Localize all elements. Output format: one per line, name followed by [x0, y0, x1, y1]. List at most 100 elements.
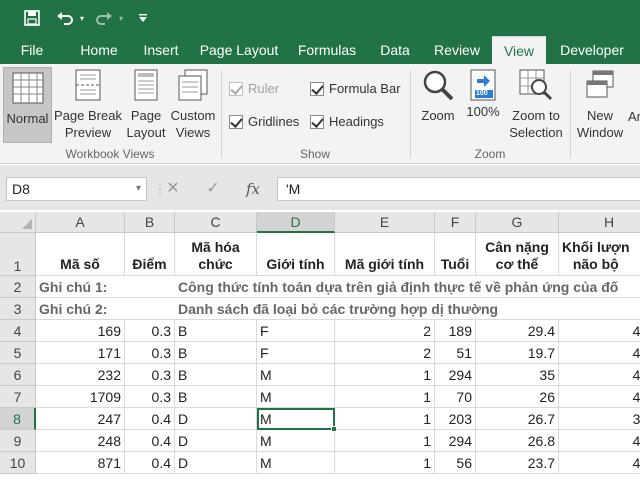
tab-data[interactable]: Data — [374, 36, 416, 64]
redo-dropdown-icon[interactable]: ▾ — [116, 6, 126, 30]
customize-qat-icon[interactable] — [136, 6, 150, 30]
data-cell[interactable]: M — [257, 430, 335, 452]
data-cell[interactable]: 169 — [36, 320, 125, 342]
tab-page-layout[interactable]: Page Layout — [198, 36, 280, 64]
note-label-cell[interactable]: Ghi chú 1: — [36, 276, 175, 298]
name-box-dropdown-icon[interactable]: ▾ — [136, 178, 141, 200]
redo-icon[interactable] — [93, 6, 115, 30]
formula-bar-checkbox[interactable]: Formula Bar — [310, 81, 401, 96]
data-cell[interactable]: 1 — [335, 408, 435, 430]
row-header-5[interactable]: 5 — [0, 342, 36, 364]
data-cell[interactable]: 19.7 — [476, 342, 559, 364]
column-header-e[interactable]: E — [335, 212, 435, 233]
data-cell[interactable]: 1 — [335, 386, 435, 408]
undo-icon[interactable] — [54, 6, 76, 30]
data-cell[interactable]: 189 — [435, 320, 476, 342]
data-cell[interactable]: 419 — [559, 452, 640, 474]
data-cell[interactable]: B — [175, 320, 257, 342]
column-header-c[interactable]: C — [175, 212, 257, 233]
data-cell[interactable]: D — [175, 452, 257, 474]
row-header-4[interactable]: 4 — [0, 320, 36, 342]
data-cell[interactable]: D — [175, 430, 257, 452]
data-cell[interactable]: 408 — [559, 430, 640, 452]
data-cell[interactable]: 70 — [435, 386, 476, 408]
zoom-button[interactable]: Zoom — [415, 69, 461, 124]
new-window-button[interactable]: New Window — [573, 69, 627, 141]
data-cell[interactable]: B — [175, 386, 257, 408]
data-cell[interactable]: 26 — [476, 386, 559, 408]
gridlines-checkbox[interactable]: Gridlines — [229, 114, 299, 129]
data-cell[interactable]: 203 — [435, 408, 476, 430]
normal-view-button[interactable]: Normal — [3, 67, 52, 143]
header-cell-f[interactable]: Tuổi — [435, 233, 476, 276]
data-cell[interactable]: 871 — [36, 452, 125, 474]
name-box[interactable]: D8 ▾ — [6, 177, 147, 201]
data-cell[interactable]: 478 — [559, 386, 640, 408]
data-cell[interactable]: 232 — [36, 364, 125, 386]
data-cell[interactable]: 0.3 — [125, 386, 175, 408]
formula-input[interactable]: 'M — [277, 177, 640, 201]
column-header-a[interactable]: A — [36, 212, 125, 233]
zoom-100-button[interactable]: 100 100% — [463, 69, 503, 120]
data-cell[interactable]: 2 — [335, 320, 435, 342]
data-cell[interactable]: B — [175, 342, 257, 364]
data-cell[interactable]: 247 — [36, 408, 125, 430]
data-cell[interactable]: 171 — [36, 342, 125, 364]
row-header-10[interactable]: 10 — [0, 452, 36, 474]
data-cell[interactable]: 1 — [335, 364, 435, 386]
data-cell[interactable]: M — [257, 452, 335, 474]
page-layout-view-button[interactable]: Page Layout — [124, 69, 168, 141]
data-cell[interactable]: B — [175, 364, 257, 386]
data-cell[interactable]: M — [257, 386, 335, 408]
enter-icon[interactable]: ✓ — [203, 179, 223, 199]
data-cell[interactable]: 51 — [435, 342, 476, 364]
save-icon[interactable] — [22, 6, 42, 30]
row-header-7[interactable]: 7 — [0, 386, 36, 408]
header-cell-c[interactable]: Mã hóa chức — [175, 233, 257, 276]
data-cell[interactable]: M — [257, 364, 335, 386]
column-header-b[interactable]: B — [125, 212, 175, 233]
row-header-3[interactable]: 3 — [0, 298, 36, 320]
row-header-2[interactable]: 2 — [0, 276, 36, 298]
header-cell-g[interactable]: Cân nặng cơ thể — [476, 233, 559, 276]
tab-home[interactable]: Home — [74, 36, 124, 64]
data-cell[interactable]: 0.4 — [125, 430, 175, 452]
row-header-6[interactable]: 6 — [0, 364, 36, 386]
arrange-all-button[interactable]: Ar — [628, 108, 640, 125]
row-header-8[interactable]: 8 — [0, 408, 36, 430]
data-cell[interactable]: 476 — [559, 364, 640, 386]
data-cell[interactable]: 2 — [335, 342, 435, 364]
data-cell[interactable]: 1 — [335, 430, 435, 452]
zoom-to-selection-button[interactable]: Zoom to Selection — [505, 69, 567, 141]
data-cell[interactable]: 0.3 — [125, 364, 175, 386]
data-cell[interactable]: 1709 — [36, 386, 125, 408]
data-cell[interactable]: 495 — [559, 320, 640, 342]
data-cell[interactable]: 248 — [36, 430, 125, 452]
row-header-9[interactable]: 9 — [0, 430, 36, 452]
tab-developer[interactable]: Developer — [554, 36, 630, 64]
data-cell[interactable]: 294 — [435, 430, 476, 452]
data-cell[interactable]: 0.4 — [125, 408, 175, 430]
page-break-preview-button[interactable]: Page Break Preview — [54, 69, 122, 141]
tab-insert[interactable]: Insert — [137, 36, 185, 64]
cancel-icon[interactable]: ✕ — [163, 179, 183, 199]
data-cell[interactable]: F — [257, 320, 335, 342]
data-cell[interactable]: 0.3 — [125, 342, 175, 364]
column-header-f[interactable]: F — [435, 212, 476, 233]
data-cell[interactable]: 29.4 — [476, 320, 559, 342]
tab-review[interactable]: Review — [429, 36, 485, 64]
tab-file[interactable]: File — [12, 36, 52, 64]
column-header-g[interactable]: G — [476, 212, 559, 233]
header-cell-e[interactable]: Mã giới tính — [335, 233, 435, 276]
data-cell[interactable]: 56 — [435, 452, 476, 474]
tab-view[interactable]: View — [492, 36, 546, 64]
note-label-cell[interactable]: Ghi chú 2: — [36, 298, 175, 320]
headings-checkbox[interactable]: Headings — [310, 114, 384, 129]
header-cell-b[interactable]: Điểm — [125, 233, 175, 276]
column-header-h[interactable]: H — [559, 212, 640, 233]
custom-views-button[interactable]: Custom Views — [168, 69, 218, 141]
data-cell[interactable]: 294 — [435, 364, 476, 386]
header-cell-a[interactable]: Mã số — [36, 233, 125, 276]
header-cell-h[interactable]: Khối lượn não bộ — [559, 233, 640, 276]
data-cell[interactable]: 26.8 — [476, 430, 559, 452]
